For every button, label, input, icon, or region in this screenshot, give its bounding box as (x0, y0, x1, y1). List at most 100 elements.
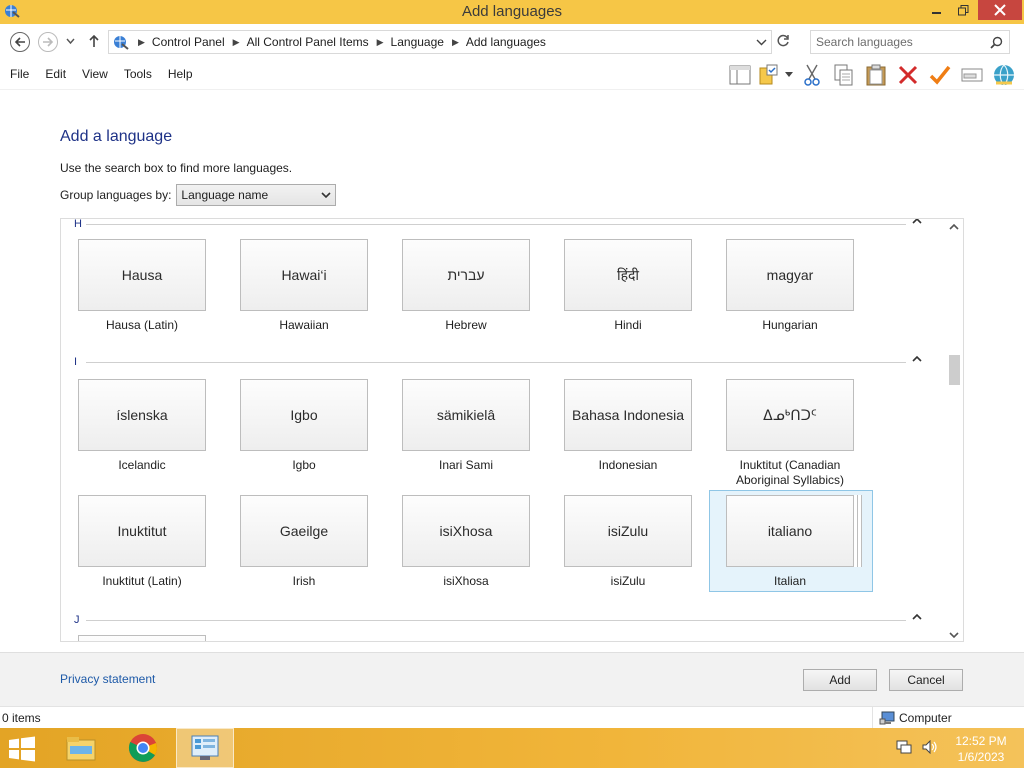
paste-button[interactable] (860, 62, 892, 88)
control-panel-icon (114, 36, 129, 50)
language-native-name: isiZulu (564, 495, 692, 567)
address-bar[interactable]: ▶ Control Panel ▶ All Control Panel Item… (108, 30, 772, 54)
collapse-icon[interactable] (912, 613, 922, 621)
language-tile[interactable]: sämikielâ Inari Sami (402, 379, 530, 473)
language-native-name: हिंदी (564, 239, 692, 311)
refresh-icon[interactable] (776, 34, 790, 48)
forward-button[interactable] (38, 32, 58, 52)
search-icon[interactable] (990, 36, 1003, 49)
close-button[interactable] (978, 0, 1022, 20)
group-letter: J (74, 614, 80, 626)
network-icon[interactable] (896, 740, 912, 754)
search-box[interactable] (810, 30, 1010, 54)
breadcrumb: ▶ Control Panel ▶ All Control Panel Item… (130, 35, 546, 49)
language-tile[interactable]: magyar Hungarian (726, 239, 854, 333)
group-header-j[interactable]: J (74, 613, 922, 627)
language-tile[interactable]: isiXhosa isiXhosa (402, 495, 530, 589)
menu-view[interactable]: View (74, 67, 116, 81)
folder-options-dropdown[interactable] (782, 62, 796, 88)
cut-icon (804, 64, 820, 86)
language-tile[interactable]: Inuktitut Inuktitut (Latin) (78, 495, 206, 589)
language-native-name: Gaeilge (240, 495, 368, 567)
language-native-name (78, 635, 206, 641)
language-name: Inari Sami (438, 458, 494, 472)
restore-button[interactable] (950, 0, 976, 20)
chevron-down-icon[interactable] (756, 37, 767, 47)
taskbar-clock[interactable]: 12:52 PM 1/6/2023 (946, 733, 1016, 765)
vertical-scrollbar[interactable] (946, 219, 963, 641)
address-row: ▶ Control Panel ▶ All Control Panel Item… (0, 24, 1024, 60)
privacy-link[interactable]: Privacy statement (60, 672, 155, 686)
language-tile[interactable]: Igbo Igbo (240, 379, 368, 473)
breadcrumb-all-items[interactable]: All Control Panel Items (247, 35, 369, 49)
language-name: Hebrew (445, 318, 487, 332)
delete-button[interactable] (892, 62, 924, 88)
item-count: 0 items (2, 711, 41, 725)
language-tile[interactable]: ᐃᓄᒃᑎᑐᑦ Inuktitut (Canadian Aboriginal Sy… (726, 379, 854, 488)
language-name: isiXhosa (443, 574, 489, 588)
breadcrumb-control-panel[interactable]: Control Panel (152, 35, 225, 49)
back-button[interactable] (10, 32, 30, 52)
up-arrow-icon[interactable] (88, 34, 100, 48)
language-tile[interactable]: Gaeilge Irish (240, 495, 368, 589)
restore-icon (957, 4, 968, 15)
copy-button[interactable] (828, 62, 860, 88)
breadcrumb-add-languages[interactable]: Add languages (466, 35, 546, 49)
folder-icon (66, 737, 96, 761)
folder-options-button[interactable] (756, 62, 782, 88)
menu-bar: File Edit View Tools Help (2, 67, 201, 81)
cancel-button[interactable]: Cancel (889, 669, 963, 691)
taskbar-control-panel[interactable] (176, 728, 234, 768)
group-letter: I (74, 356, 78, 368)
search-input[interactable] (816, 35, 986, 49)
language-tile[interactable]: íslenska Icelandic (78, 379, 206, 473)
language-tile[interactable]: isiZulu isiZulu (564, 495, 692, 589)
computer-icon (879, 711, 895, 725)
group-header-i[interactable]: I (74, 355, 922, 369)
folder-options-icon (759, 64, 778, 85)
language-tile[interactable]: हिंदी Hindi (564, 239, 692, 333)
menu-file[interactable]: File (2, 67, 37, 81)
layout-pane-button[interactable] (724, 62, 756, 88)
menu-edit[interactable]: Edit (37, 67, 74, 81)
clock-time: 12:52 PM (955, 734, 1007, 748)
breadcrumb-language[interactable]: Language (391, 35, 444, 49)
language-native-name: Hausa (78, 239, 206, 311)
collapse-icon[interactable] (912, 355, 922, 363)
language-tile[interactable]: Hausa Hausa (Latin) (78, 239, 206, 333)
scroll-up-icon[interactable] (949, 223, 959, 231)
language-list[interactable]: H Hausa Hausa (Latin) Hawai‘i Hawaiian ע… (60, 218, 964, 642)
language-tile-selected[interactable]: italiano Italian (709, 490, 873, 592)
minimize-button[interactable] (924, 0, 950, 20)
check-button[interactable] (924, 62, 956, 88)
zone-label: Computer (899, 711, 952, 725)
language-tile[interactable]: עברית Hebrew (402, 239, 530, 333)
dropdown-arrow-icon (785, 72, 793, 77)
properties-button[interactable] (956, 62, 988, 88)
language-tile-partial[interactable] (78, 635, 206, 641)
language-tile[interactable]: Bahasa Indonesia Indonesian (564, 379, 692, 473)
menu-tools[interactable]: Tools (116, 67, 160, 81)
group-by-select[interactable]: Language name (176, 184, 337, 206)
control-panel-icon (191, 735, 219, 760)
language-name: Hindi (614, 318, 642, 332)
group-header-h[interactable]: H (74, 219, 922, 231)
language-name: Indonesian (598, 458, 658, 472)
cut-button[interactable] (796, 62, 828, 88)
menu-row: File Edit View Tools Help (0, 60, 1024, 90)
control-panel-globe-button[interactable] (988, 62, 1020, 88)
language-tile[interactable]: Hawai‘i Hawaiian (240, 239, 368, 333)
collapse-icon[interactable] (912, 218, 922, 225)
language-native-name: íslenska (78, 379, 206, 451)
menu-help[interactable]: Help (160, 67, 201, 81)
scroll-down-icon[interactable] (949, 631, 959, 639)
add-button[interactable]: Add (803, 669, 877, 691)
recent-locations-icon[interactable] (66, 37, 75, 45)
scroll-thumb[interactable] (949, 355, 960, 385)
language-native-name: עברית (402, 239, 530, 311)
volume-icon[interactable] (922, 740, 938, 754)
properties-icon (961, 68, 983, 82)
windows-start-icon[interactable] (8, 736, 36, 762)
taskbar-chrome[interactable] (114, 728, 172, 768)
taskbar-file-explorer[interactable] (52, 728, 110, 768)
